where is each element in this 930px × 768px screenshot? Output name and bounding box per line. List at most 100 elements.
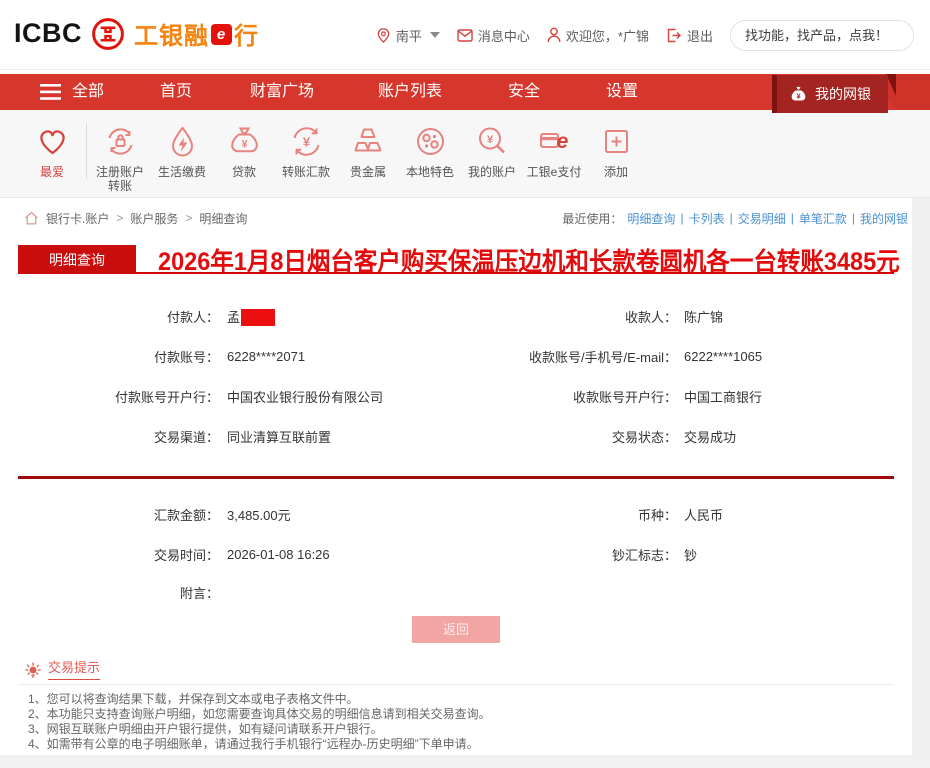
currency-label: 币种： [438,505,677,524]
quick-item-epay[interactable]: e 工银e支付 [523,123,585,179]
quick-item-transfer-remit[interactable]: ¥ 转账汇款 [275,123,337,179]
my-account-icon: ¥ [474,123,511,160]
add-icon [598,123,635,160]
breadcrumb-row: 银行卡.账户 > 账户服务 > 明细查询 最近使用： 明细查询 | 卡列表 | … [0,198,912,238]
form-row-memo: 附言： [18,574,894,610]
message-center-link[interactable]: 消息中心 [457,26,530,45]
detail-query-panel: 明细查询 2026年1月8日烟台客户购买保温压边机和长款卷圆机各一台转账3485… [0,238,912,755]
quick-item-local-feature[interactable]: 本地特色 [399,123,461,179]
amount-label: 汇款金额： [18,505,219,524]
logout-button[interactable]: 退出 [666,26,713,45]
transaction-amount-section: 汇款金额： 3,485.00元 币种： 人民币 交易时间： 2026-01-08… [18,494,894,610]
quick-item-label: 本地特色 [406,165,454,179]
transfer-remit-icon: ¥ [288,123,325,160]
quick-item-label: 添加 [604,165,628,179]
quick-item-precious-metal[interactable]: 贵金属 [337,123,399,179]
local-feature-icon [412,123,449,160]
welcome-label: 欢迎您，*广锦 [566,26,649,45]
quick-item-add[interactable]: 添加 [585,123,647,179]
recently-used: 最近使用： 明细查询 | 卡列表 | 交易明细 | 单笔汇款 | 我的网银 [562,210,908,227]
quick-nav-row: 最爱 注册账户转账 生活缴费 ¥ 贷款 [0,110,930,198]
quick-item-my-account[interactable]: ¥ 我的账户 [461,123,523,179]
form-row-banks: 付款账号开户行： 中国农业银行股份有限公司 收款账号开户行： 中国工商银行 [18,376,894,416]
chevron-down-icon [430,32,440,38]
nav-item-settings[interactable]: 设置 [606,74,638,110]
tip-item: 4、如需带有公章的电子明细账单，请通过我行手机银行“远程办-历史明细”下单申请。 [28,737,894,752]
breadcrumb-item-bank-card-account[interactable]: 银行卡.账户 [46,210,109,227]
panel-title-row: 明细查询 2026年1月8日烟台客户购买保温压边机和长款卷圆机各一台转账3485… [18,244,894,274]
location-selector[interactable]: 南平 [376,26,440,45]
home-icon[interactable] [24,211,39,225]
svg-text:e: e [556,130,568,153]
nav-item-home[interactable]: 首页 [160,74,192,110]
form-row-payer-payee: 付款人： 孟 收款人： 陈广锦 [18,296,894,336]
brand-e-badge: e [211,24,232,45]
nav-item-account-list[interactable]: 账户列表 [378,74,442,110]
breadcrumb-item-account-service[interactable]: 账户服务 [130,210,178,227]
memo-label: 附言： [18,583,219,602]
payer-value: 孟 [227,307,275,326]
transaction-time-value: 2026-01-08 16:26 [227,547,330,562]
welcome-user[interactable]: 欢迎您，*广锦 [547,26,649,45]
transaction-time-label: 交易时间： [18,545,219,564]
button-row: 返回 [18,616,894,643]
form-row-accounts: 付款账号： 6228****2071 收款账号/手机号/E-mail： 6222… [18,336,894,376]
payee-account-label: 收款账号/手机号/E-mail： [438,347,677,366]
payee-bank-value: 中国工商银行 [684,387,762,406]
currency-value: 人民币 [684,505,723,524]
search-input[interactable] [745,28,921,43]
quick-item-label: 贵金属 [350,165,386,179]
recent-link-single-remit[interactable]: 单笔汇款 [799,210,847,227]
brand-right: 行 [234,16,259,51]
tip-item: 3、网银互联账户明细由开户银行提供，如有疑问请联系开户银行。 [28,722,894,737]
brand-left: 工银融 [134,16,209,51]
tips-list: 1、您可以将查询结果下载，并保存到文本或电子表格文件中。 2、本功能只支持查询账… [18,685,894,752]
tip-item: 2、本功能只支持查询账户明细，如您需要查询具体交易的明细信息请到相关交易查询。 [28,707,894,722]
quick-item-utility-payment[interactable]: 生活缴费 [151,123,213,179]
my-ebank-ribbon[interactable]: ¥ 我的网银 [772,75,888,113]
quick-item-loan[interactable]: ¥ 贷款 [213,123,275,179]
precious-metal-icon [350,123,387,160]
payer-account-value: 6228****2071 [227,349,305,364]
quick-item-label: 生活缴费 [158,165,206,179]
icbc-logo: ICBC 工银融 e 行 [14,16,259,51]
channel-value: 同业清算互联前置 [227,427,331,446]
recent-link-detail-query[interactable]: 明细查询 [627,210,675,227]
link-separator: | [791,211,794,225]
svg-text:¥: ¥ [241,139,248,151]
status-label: 交易状态： [438,427,677,446]
logout-label: 退出 [687,26,713,45]
header-right: 南平 消息中心 欢迎您，*广锦 退出 [376,0,914,70]
tab-detail-query[interactable]: 明细查询 [18,245,136,274]
envelope-icon [457,29,473,42]
user-icon [547,27,561,43]
nav-item-security[interactable]: 安全 [508,74,540,110]
menu-icon[interactable] [40,84,61,100]
quick-item-label: 我的账户 [468,165,516,179]
payer-bank-value: 中国农业银行股份有限公司 [227,387,383,406]
breadcrumb-item-detail-query[interactable]: 明细查询 [199,210,247,227]
back-button[interactable]: 返回 [412,616,500,643]
tips-title: 交易提示 [48,657,100,680]
nav-item-wealth-plaza[interactable]: 财富广场 [250,74,314,110]
transaction-tips-section: 交易提示 1、您可以将查询结果下载，并保存到文本或电子表格文件中。 2、本功能只… [18,657,894,752]
tip-item: 1、您可以将查询结果下载，并保存到文本或电子表格文件中。 [28,692,894,707]
recent-link-card-list[interactable]: 卡列表 [689,210,725,227]
icbc-online-banking-page: ICBC 工银融 e 行 南平 消息中心 欢迎您， [0,0,930,768]
utility-payment-icon [164,123,201,160]
vertical-divider [86,123,87,179]
cash-flag-label: 钞汇标志： [438,545,677,564]
transaction-banner-text: 2026年1月8日烟台客户购买保温压边机和长款卷圆机各一台转账3485元 [158,242,900,278]
recent-link-my-ebank[interactable]: 我的网银 [860,210,908,227]
quick-item-favorites[interactable]: 最爱 [24,123,80,179]
page-bottom-strip [0,755,930,768]
icbc-logo-icon [91,17,125,51]
search-box[interactable] [730,20,914,51]
recent-link-transaction-detail[interactable]: 交易明细 [738,210,786,227]
quick-item-label: 工银e支付 [527,165,582,179]
quick-item-register-transfer[interactable]: 注册账户转账 [89,123,151,193]
breadcrumb-separator: > [185,211,192,225]
svg-text:¥: ¥ [302,135,310,150]
nav-item-all[interactable]: 全部 [72,74,104,110]
scrollbar-gutter[interactable] [912,198,930,768]
